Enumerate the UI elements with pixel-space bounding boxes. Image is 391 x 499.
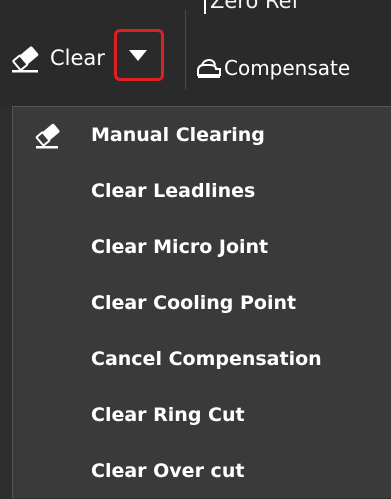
menu-item-label: Clear Leadlines	[91, 180, 256, 202]
clear-dropdown-toggle[interactable]	[114, 29, 164, 81]
clear-button[interactable]: Clear	[8, 30, 105, 86]
menu-item-label: Clear Over cut	[91, 460, 245, 482]
menu-item-clear-leadlines[interactable]: Clear Leadlines	[13, 163, 391, 219]
zero-ref-button[interactable]: Zero Ref	[204, 0, 299, 16]
menu-item-manual-clearing[interactable]: Manual Clearing	[13, 107, 391, 163]
menu-item-label: Cancel Compensation	[91, 348, 322, 370]
zero-ref-icon	[204, 0, 206, 14]
menu-item-label: Manual Clearing	[91, 124, 265, 146]
compensate-button[interactable]: Compensate	[196, 48, 350, 88]
toolbar: Zero Ref Clear Compensate	[0, 0, 391, 108]
menu-item-clear-micro-joint[interactable]: Clear Micro Joint	[13, 219, 391, 275]
menu-item-label: Clear Cooling Point	[91, 292, 297, 314]
menu-item-cancel-compensation[interactable]: Cancel Compensation	[13, 331, 391, 387]
compensate-icon	[197, 58, 221, 78]
menu-item-clear-cooling-point[interactable]: Clear Cooling Point	[13, 275, 391, 331]
clear-dropdown-menu: Manual Clearing Clear Leadlines Clear Mi…	[12, 106, 391, 498]
menu-item-label: Clear Micro Joint	[91, 236, 269, 258]
menu-item-label: Clear Ring Cut	[91, 404, 245, 426]
clear-label: Clear	[50, 46, 105, 70]
eraser-icon	[12, 46, 39, 73]
menu-item-clear-over-cut[interactable]: Clear Over cut	[13, 443, 391, 499]
zero-ref-label: Zero Ref	[210, 0, 299, 13]
compensate-label: Compensate	[224, 56, 351, 80]
chevron-down-icon	[129, 49, 147, 61]
eraser-icon	[35, 123, 60, 149]
toolbar-divider	[185, 10, 186, 90]
menu-item-clear-ring-cut[interactable]: Clear Ring Cut	[13, 387, 391, 443]
